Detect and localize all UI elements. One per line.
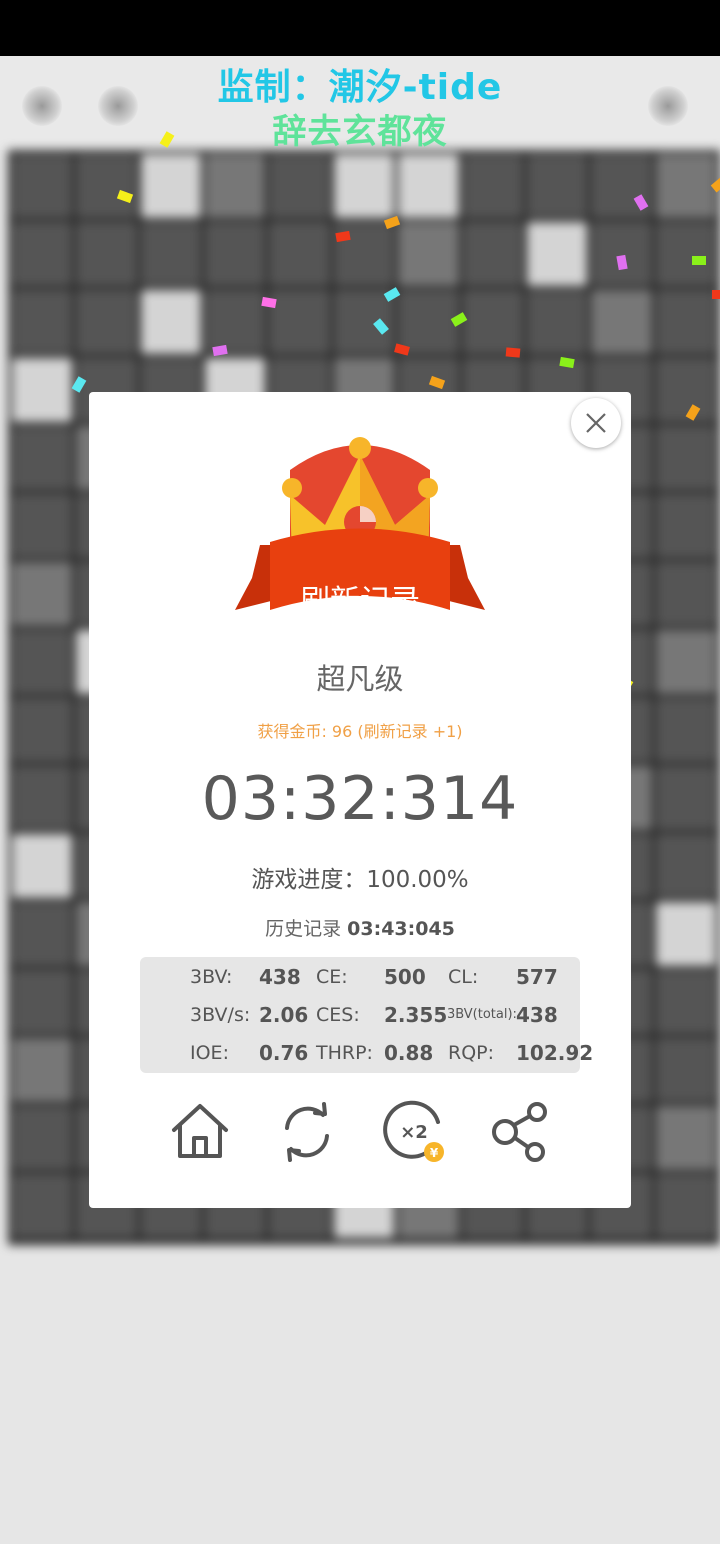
board-cell [333, 154, 395, 218]
stat-label: CES: [316, 1004, 360, 1026]
board-cell [655, 494, 716, 558]
board-cell [12, 970, 73, 1034]
close-button[interactable] [571, 398, 621, 448]
board-cell [655, 1038, 716, 1102]
new-record-banner: 刷新记录 [300, 584, 420, 619]
confetti-piece [505, 347, 521, 358]
stat-label: RQP: [448, 1042, 495, 1064]
confetti-piece [712, 290, 720, 299]
board-cell [12, 1174, 73, 1238]
stat-value: 577 [516, 965, 558, 989]
board-cell [591, 290, 652, 354]
stat-value: 2.355 [384, 1003, 448, 1027]
board-cell [140, 222, 202, 286]
board-cell [12, 426, 73, 490]
coin-icon: ¥ [430, 1146, 439, 1160]
stats-panel: 3BV: 438 CE: 500 CL: 577 3BV/s: 2.06 CES… [140, 957, 593, 1073]
finish-time: 03:32:314 [201, 764, 519, 834]
stat-label: THRP: [316, 1042, 373, 1064]
board-cell [269, 222, 330, 286]
board-cell [12, 1038, 73, 1102]
board-cell [12, 222, 73, 286]
stat-value: 438 [259, 965, 301, 989]
stat-value: 438 [516, 1003, 558, 1027]
double-coins-icon: ×2 ¥ [383, 1100, 444, 1162]
stat-value: 2.06 [259, 1003, 309, 1027]
stat-value: 500 [384, 965, 426, 989]
board-cell [269, 290, 330, 354]
board-cell [655, 970, 716, 1034]
stats-row: 3BV: 438 CE: 500 CL: 577 [140, 959, 580, 995]
board-cell [12, 358, 73, 422]
board-cell [398, 222, 459, 286]
board-cell [12, 1106, 73, 1170]
restart-icon [285, 1102, 329, 1162]
confetti-piece [692, 256, 706, 265]
home-icon [172, 1104, 228, 1158]
history-label: 历史记录 [265, 918, 342, 940]
board-cell [462, 290, 523, 354]
board-cell [76, 290, 137, 354]
board-cell [591, 222, 652, 286]
board-cell [655, 426, 716, 490]
board-cell [12, 290, 73, 354]
double-coins-button[interactable]: ×2 ¥ [382, 1100, 446, 1164]
share-button[interactable] [489, 1100, 553, 1164]
board-cell [269, 154, 330, 218]
stat-label: CE: [316, 966, 348, 988]
game-progress: 游戏进度：100.00% [251, 867, 469, 893]
board-cell [12, 154, 73, 218]
watermark-title: 监制：潮汐-tide [217, 67, 503, 108]
board-cell [526, 222, 588, 286]
status-bar [0, 0, 720, 56]
history-time: 03:43:045 [347, 918, 455, 940]
board-cell [76, 154, 137, 218]
board-cell [398, 154, 459, 218]
board-cell [333, 290, 395, 354]
board-cell [655, 222, 716, 286]
double-coins-label: ×2 [400, 1122, 428, 1143]
difficulty-level: 超凡级 [316, 662, 404, 696]
board-cell [12, 494, 73, 558]
restart-button[interactable] [275, 1100, 339, 1164]
board-cell [655, 1106, 716, 1170]
stat-value: 0.76 [259, 1041, 309, 1065]
watermark-subtitle: 辞去玄都夜 [272, 112, 448, 152]
stat-label: 3BV/s: [190, 1004, 251, 1026]
board-cell [655, 358, 716, 422]
board-cell [205, 154, 266, 218]
stat-label: IOE: [190, 1042, 229, 1064]
board-cell [205, 222, 266, 286]
board-cell [526, 290, 588, 354]
board-cell [462, 222, 523, 286]
board-cell [140, 154, 202, 218]
board-cell [398, 290, 459, 354]
board-cell [140, 290, 202, 354]
stats-row: 3BV/s: 2.06 CES: 2.355 3BV(total): 438 [140, 997, 580, 1033]
stat-label: 3BV(total): [447, 1007, 517, 1022]
board-cell [655, 154, 716, 218]
board-cell [526, 154, 588, 218]
home-button[interactable] [168, 1100, 232, 1164]
close-icon [586, 413, 606, 433]
board-cell [655, 1174, 716, 1238]
share-icon [492, 1102, 547, 1162]
stat-label: 3BV: [190, 966, 233, 988]
stat-value: 102.92 [516, 1041, 594, 1065]
history-record: 历史记录 03:43:045 [0, 914, 720, 941]
board-cell [76, 222, 137, 286]
stat-label: CL: [448, 966, 479, 988]
board-cell [655, 290, 716, 354]
board-cell [462, 154, 523, 218]
board-cell [205, 290, 266, 354]
coins-earned: 获得金币: 96 (刷新记录 +1) [257, 722, 463, 741]
stats-row: IOE: 0.76 THRP: 0.88 RQP: 102.92 [140, 1035, 593, 1071]
stat-value: 0.88 [384, 1041, 434, 1065]
